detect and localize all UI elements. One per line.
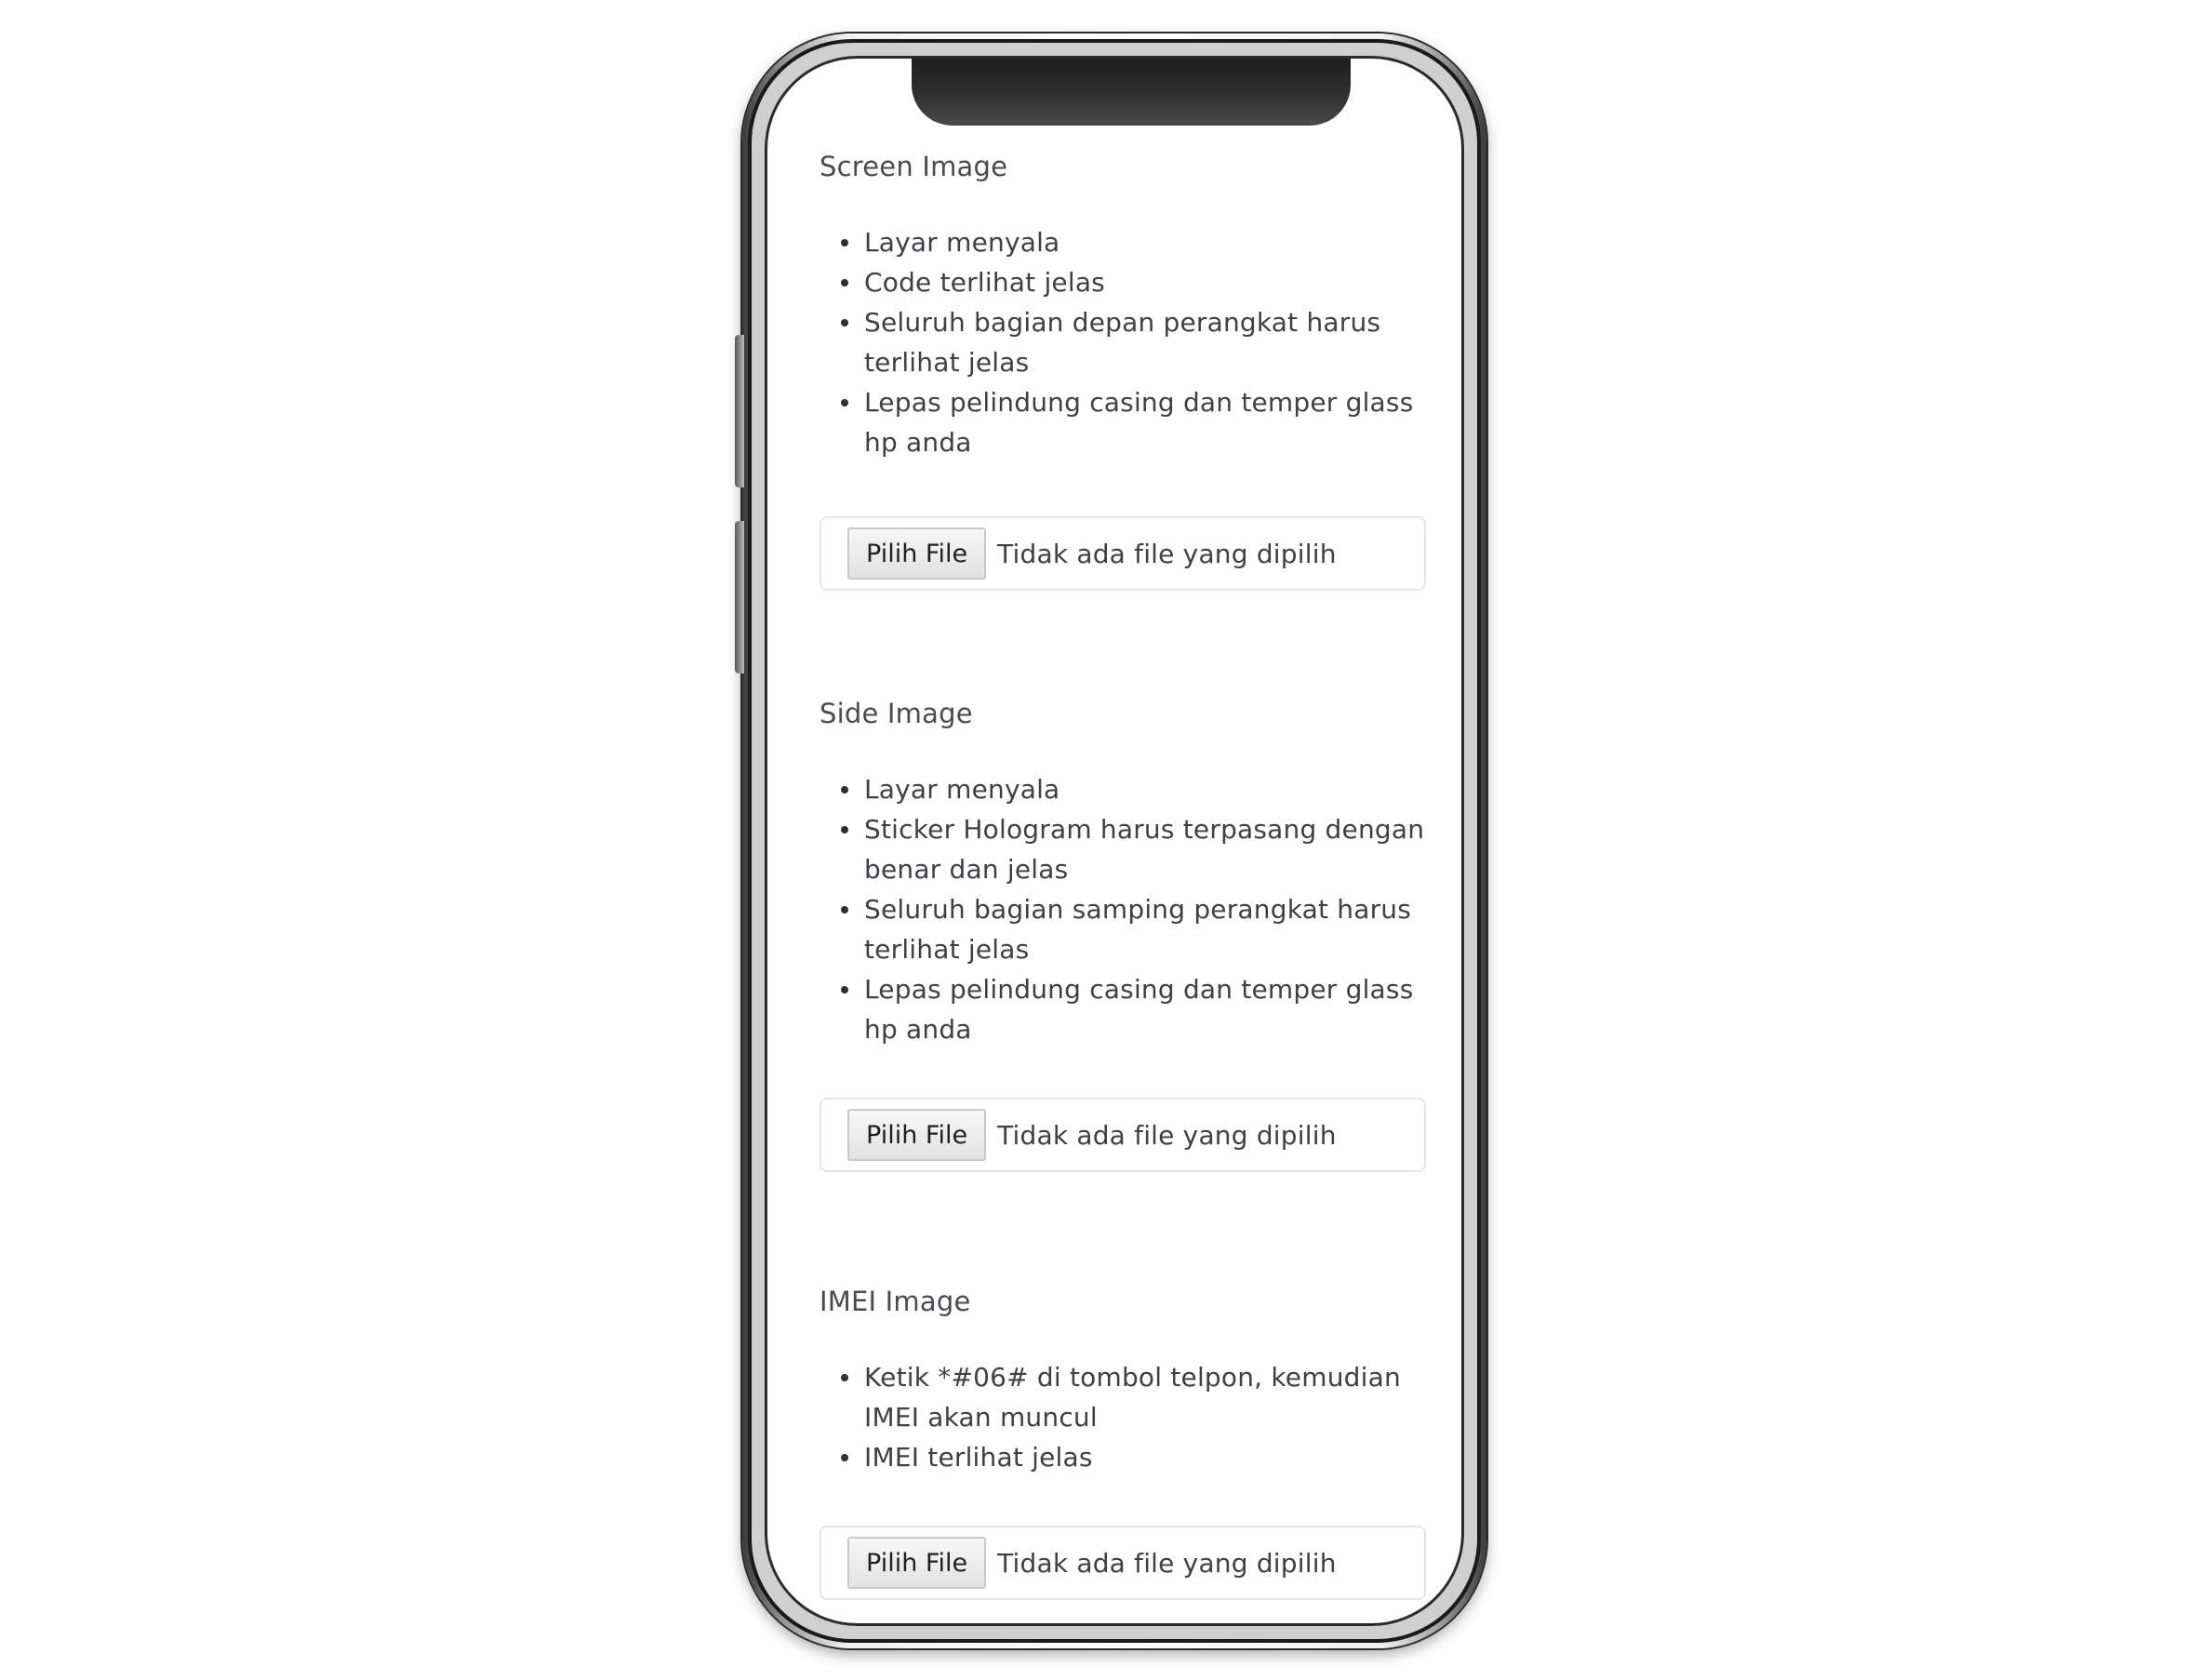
requirements-list: Layar menyala Code terlihat jelas Seluru…: [820, 222, 1450, 462]
list-item: Ketik *#06# di tombol telpon, kemudian I…: [841, 1357, 1450, 1437]
list-item: Seluruh bagian samping perangkat harus t…: [841, 889, 1450, 969]
list-item: Layar menyala: [841, 769, 1450, 809]
phone-bezel: Screen Image Layar menyala Code terlihat…: [748, 39, 1481, 1643]
phone-notch: [912, 59, 1351, 126]
file-upload-field[interactable]: Pilih File Tidak ada file yang dipilih: [820, 1098, 1426, 1172]
list-item: Seluruh bagian depan perangkat harus ter…: [841, 302, 1450, 382]
list-item: Sticker Hologram harus terpasang dengan …: [841, 809, 1450, 889]
section-title: Screen Image: [820, 151, 1008, 182]
file-upload-field[interactable]: Pilih File Tidak ada file yang dipilih: [820, 1526, 1426, 1600]
list-item: Lepas pelindung casing dan temper glass …: [841, 382, 1450, 462]
side-image-section: Side Image Layar menyala Sticker Hologra…: [820, 695, 1450, 1172]
volume-up-button: [735, 335, 744, 487]
file-upload-field[interactable]: Pilih File Tidak ada file yang dipilih: [820, 516, 1426, 591]
imei-image-section: IMEI Image Ketik *#06# di tombol telpon,…: [820, 1283, 1450, 1600]
choose-file-button[interactable]: Pilih File: [847, 527, 987, 580]
phone-frame: Screen Image Layar menyala Code terlihat…: [735, 33, 1486, 1648]
file-status-text: Tidak ada file yang dipilih: [997, 538, 1337, 569]
list-item: Code terlihat jelas: [841, 262, 1450, 302]
choose-file-button[interactable]: Pilih File: [847, 1109, 987, 1161]
volume-down-button: [735, 521, 744, 673]
file-status-text: Tidak ada file yang dipilih: [997, 1119, 1337, 1151]
list-item: Layar menyala: [841, 222, 1450, 262]
requirements-list: Layar menyala Sticker Hologram harus ter…: [820, 769, 1450, 1049]
screen-image-section: Screen Image Layar menyala Code terlihat…: [820, 148, 1450, 591]
phone-screen: Screen Image Layar menyala Code terlihat…: [765, 56, 1464, 1626]
section-title: Side Image: [820, 698, 973, 729]
choose-file-button[interactable]: Pilih File: [847, 1537, 987, 1589]
requirements-list: Ketik *#06# di tombol telpon, kemudian I…: [820, 1357, 1450, 1477]
list-item: IMEI terlihat jelas: [841, 1437, 1450, 1477]
mockup-stage: Screen Image Layar menyala Code terlihat…: [0, 0, 2199, 1680]
file-status-text: Tidak ada file yang dipilih: [997, 1547, 1337, 1579]
section-title: IMEI Image: [820, 1286, 971, 1317]
list-item: Lepas pelindung casing dan temper glass …: [841, 969, 1450, 1049]
